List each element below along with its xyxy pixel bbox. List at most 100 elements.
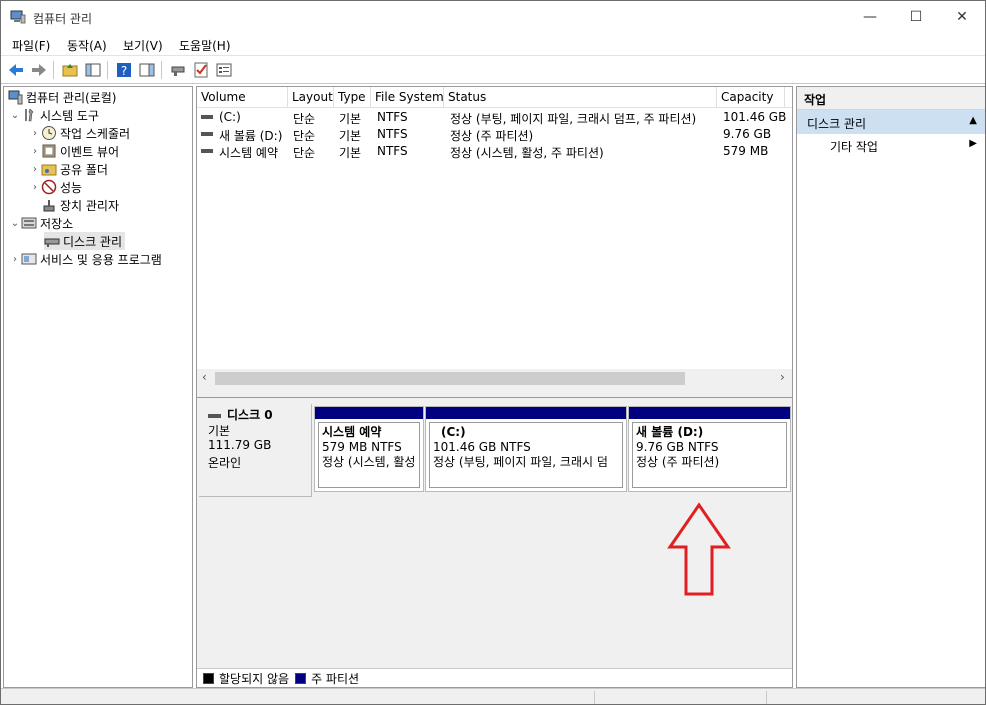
- pane-splitter[interactable]: [197, 388, 792, 398]
- volume-type: 기본: [339, 129, 362, 143]
- volume-layout: 단순: [293, 129, 316, 143]
- up-folder-icon[interactable]: [61, 61, 79, 79]
- back-arrow-icon[interactable]: [7, 61, 25, 79]
- tree-item-services-applications[interactable]: › 서비스 및 응용 프로그램: [9, 250, 162, 268]
- volume-icon: [201, 149, 213, 153]
- scroll-right-icon[interactable]: ›: [780, 370, 785, 384]
- services-icon: [21, 251, 37, 267]
- volume-row[interactable]: 시스템 예약 단순 기본 NTFS 정상 (시스템, 활성, 주 파티션) 57…: [197, 143, 792, 160]
- menu-help[interactable]: 도움말(H): [179, 37, 231, 54]
- column-capacity[interactable]: Capacity: [717, 87, 785, 108]
- show-hide-action-pane-icon[interactable]: [138, 61, 156, 79]
- column-volume[interactable]: Volume: [197, 87, 288, 108]
- console-tree: 컴퓨터 관리(로컬) ⌄ 시스템 도구 › 작업 스케줄러 › 이벤트 뷰어 ›…: [3, 86, 193, 688]
- tree-item-computer-management[interactable]: 컴퓨터 관리(로컬): [7, 88, 116, 106]
- volume-status: 정상 (주 파티션): [450, 129, 534, 143]
- tree-label: 장치 관리자: [60, 198, 120, 213]
- tree-item-shared-folders[interactable]: › 공유 폴더: [29, 160, 108, 178]
- partition-status: 정상 (부팅, 페이지 파일, 크래시 덤: [433, 455, 608, 469]
- column-status[interactable]: Status: [444, 87, 717, 108]
- partition-c[interactable]: (C:) 101.46 GB NTFS 정상 (부팅, 페이지 파일, 크래시 …: [425, 406, 627, 492]
- device-manager-icon: [41, 197, 57, 213]
- partition-name: (C:): [441, 425, 466, 439]
- help-icon[interactable]: ?: [115, 61, 133, 79]
- chevron-down-icon[interactable]: ⌄: [9, 110, 21, 121]
- volume-fs: NTFS: [377, 144, 408, 158]
- tree-item-storage[interactable]: ⌄ 저장소: [9, 214, 73, 232]
- scroll-thumb[interactable]: [215, 372, 685, 385]
- tree-item-device-manager[interactable]: 장치 관리자: [41, 196, 119, 214]
- close-button[interactable]: ✕: [939, 1, 985, 33]
- title-bar: 컴퓨터 관리 — ☐ ✕: [1, 1, 985, 33]
- volume-icon: [201, 132, 213, 136]
- show-hide-console-tree-icon[interactable]: [84, 61, 102, 79]
- volume-layout: 단순: [293, 112, 316, 126]
- chevron-right-icon[interactable]: ›: [9, 254, 21, 265]
- volume-row[interactable]: 새 볼륨 (D:) 단순 기본 NTFS 정상 (주 파티션) 9.76 GB: [197, 126, 792, 143]
- tree-label: 서비스 및 응용 프로그램: [40, 252, 162, 267]
- tree-label: 이벤트 뷰어: [60, 144, 120, 159]
- volume-list-header: Volume Layout Type File System Status Ca…: [197, 87, 792, 108]
- tree-item-task-scheduler[interactable]: › 작업 스케줄러: [29, 124, 130, 142]
- disk-management-pane: Volume Layout Type File System Status Ca…: [196, 86, 793, 688]
- volume-type: 기본: [339, 146, 362, 160]
- status-bar: [1, 688, 985, 704]
- volume-capacity: 579 MB: [723, 144, 769, 158]
- volume-status: 정상 (시스템, 활성, 주 파티션): [450, 146, 604, 160]
- tree-label: 작업 스케줄러: [60, 126, 131, 141]
- computer-icon: [7, 89, 23, 105]
- disk-0-label[interactable]: 디스크 0 기본 111.79 GB 온라인: [199, 404, 312, 497]
- column-file-system[interactable]: File System: [371, 87, 444, 108]
- partition-size: 9.76 GB NTFS: [636, 440, 719, 454]
- shared-folder-icon: [41, 161, 57, 177]
- scroll-left-icon[interactable]: ‹: [202, 370, 207, 384]
- tree-item-performance[interactable]: › 성능: [29, 178, 82, 196]
- tree-item-system-tools[interactable]: ⌄ 시스템 도구: [9, 106, 99, 124]
- unallocated-swatch: [203, 672, 214, 684]
- disk-graphical-view: 디스크 0 기본 111.79 GB 온라인 시스템 예약 579 MB NTF…: [197, 398, 792, 668]
- volume-name: 시스템 예약: [219, 146, 279, 160]
- disk-connect-icon[interactable]: [169, 61, 187, 79]
- volume-row[interactable]: (C:) 단순 기본 NTFS 정상 (부팅, 페이지 파일, 크래시 덤프, …: [197, 109, 792, 126]
- chevron-right-icon[interactable]: ›: [29, 182, 41, 193]
- menu-bar: 파일(F) 동작(A) 보기(V) 도움말(H): [1, 33, 985, 55]
- primary-swatch: [295, 672, 307, 684]
- column-type[interactable]: Type: [334, 87, 371, 108]
- primary-partition-bar: [315, 407, 423, 419]
- volume-type: 기본: [339, 112, 362, 126]
- tree-label: 성능: [60, 180, 83, 195]
- tools-icon: [21, 107, 37, 123]
- chevron-right-icon[interactable]: ›: [29, 164, 41, 175]
- disk-size: 111.79 GB: [208, 438, 272, 452]
- maximize-button[interactable]: ☐: [893, 1, 939, 33]
- menu-file[interactable]: 파일(F): [12, 37, 50, 54]
- menu-action[interactable]: 동작(A): [67, 37, 107, 54]
- submenu-arrow-icon: ▶: [969, 138, 977, 149]
- action-more-actions[interactable]: 기타 작업 ▶: [797, 134, 985, 156]
- disk-icon: [44, 233, 60, 249]
- properties-icon[interactable]: [215, 61, 233, 79]
- partition-system-reserved[interactable]: 시스템 예약 579 MB NTFS 정상 (시스템, 활성: [314, 406, 424, 492]
- column-layout[interactable]: Layout: [288, 87, 334, 108]
- storage-icon: [21, 215, 37, 231]
- chevron-right-icon[interactable]: ›: [29, 128, 41, 139]
- computer-management-window: 컴퓨터 관리 — ☐ ✕ 파일(F) 동작(A) 보기(V) 도움말(H) ? …: [0, 0, 986, 705]
- tree-item-disk-management[interactable]: 디스크 관리: [44, 232, 126, 250]
- actions-pane: 작업 디스크 관리 ▲ 기타 작업 ▶: [796, 86, 985, 688]
- menu-view[interactable]: 보기(V): [123, 37, 163, 54]
- performance-icon: [41, 179, 57, 195]
- horizontal-scrollbar[interactable]: ‹ ›: [197, 369, 792, 388]
- minimize-button[interactable]: —: [847, 1, 893, 33]
- checklist-icon[interactable]: [192, 61, 210, 79]
- forward-arrow-icon[interactable]: [30, 61, 48, 79]
- primary-partition-bar: [629, 407, 790, 419]
- chevron-down-icon[interactable]: ⌄: [9, 218, 21, 229]
- partition-d[interactable]: 새 볼륨 (D:) 9.76 GB NTFS 정상 (주 파티션): [628, 406, 791, 492]
- chevron-right-icon[interactable]: ›: [29, 146, 41, 157]
- volume-name: (C:): [219, 110, 241, 124]
- action-label: 기타 작업: [830, 140, 878, 154]
- actions-header: 작업: [797, 87, 985, 110]
- tree-item-event-viewer[interactable]: › 이벤트 뷰어: [29, 142, 119, 160]
- actions-section-disk-management[interactable]: 디스크 관리 ▲: [797, 110, 985, 134]
- collapse-triangle-icon[interactable]: ▲: [969, 115, 977, 126]
